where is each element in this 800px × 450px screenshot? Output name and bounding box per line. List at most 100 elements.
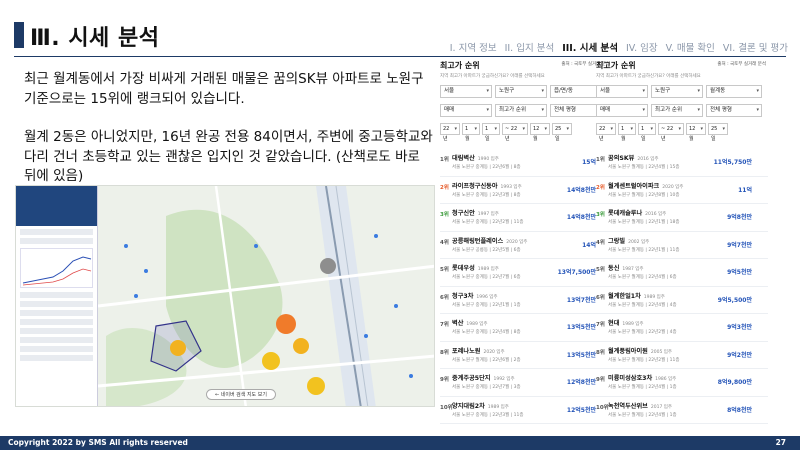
trade-meta: 서울 노원구 월계동 | 22년4월 | 4층 bbox=[608, 302, 677, 308]
list-item[interactable]: 9위 미륭미성삼호3차 1986 입주 서울 노원구 월계동 | 22년4월 | … bbox=[596, 369, 768, 397]
built-year: 1987 입주 bbox=[622, 267, 644, 272]
list-item[interactable]: 2위 월계센트럴아이파크 2020 입주 서울 노원구 월계동 | 22년8월 |… bbox=[596, 177, 768, 204]
filter-select[interactable]: 노원구 bbox=[651, 85, 703, 98]
apartment-name: 양지대림2차 1989 입주 bbox=[452, 402, 509, 410]
built-year: 1989 입주 bbox=[643, 294, 665, 300]
trade-meta: 서울 노원구 월계동 | 22년4월 | 1층 bbox=[608, 385, 677, 390]
list-item[interactable]: 5위 롯데우성 1989 입주 서울 노원구 중계동 | 22년7월 | 6층 1… bbox=[440, 259, 612, 287]
period-select[interactable]: ~ 22년 bbox=[502, 123, 528, 142]
trade-meta: 서울 노원구 월계동 | 22년2월 | 11층 bbox=[608, 357, 680, 363]
nav-item-4[interactable]: IV. 임장 bbox=[626, 40, 658, 54]
period-select[interactable]: 1월 bbox=[462, 123, 480, 142]
apartment-name: 공릉해링턴플레이스 2020 입주 bbox=[452, 237, 528, 245]
built-year: 2020 입주 bbox=[483, 349, 505, 355]
filter-row: 서울노원구읍/면/동 bbox=[440, 85, 612, 98]
filter-select[interactable]: 매매 bbox=[596, 104, 648, 117]
built-year: 2020 입주 bbox=[506, 239, 528, 245]
nav-item-6[interactable]: VI. 결론 및 평가 bbox=[723, 40, 788, 54]
filter-select[interactable]: 서울 bbox=[440, 85, 492, 98]
built-year: 1997 입주 bbox=[477, 212, 499, 217]
built-year: 2005 입주 bbox=[650, 349, 673, 355]
period-select[interactable]: ~ 22년 bbox=[658, 123, 684, 142]
period-select[interactable]: 1월 bbox=[618, 123, 636, 142]
period-select[interactable]: 1일 bbox=[638, 123, 656, 142]
nav-item-1[interactable]: I. 지역 정보 bbox=[450, 40, 497, 54]
filter-row: 매매최고가 순위전체 평형 bbox=[440, 104, 612, 117]
trade-price: 11억 bbox=[738, 186, 752, 194]
ranking-list: 1위 꿈의SK뷰 2016 입주 서울 노원구 월계동 | 22년4월 | 15층… bbox=[596, 149, 768, 424]
trade-meta: 서울 노원구 월계동 | 22년4월 | 15층 bbox=[608, 165, 680, 170]
trade-price: 13억7,500만 bbox=[557, 269, 596, 276]
apartment-name: 현대 1989 입주 bbox=[608, 320, 644, 327]
list-item[interactable]: 1위 대림벽산 1990 입주 서울 노원구 중계동 | 22년6월 | 8층 1… bbox=[440, 149, 612, 177]
list-item[interactable]: 6위 청구3차 1996 입주 서울 노원구 중계동 | 22년1월 | 1층 1… bbox=[440, 287, 612, 314]
filter-select[interactable]: 전체 평형 bbox=[706, 104, 762, 117]
price-marker-4 bbox=[307, 377, 325, 395]
trade-meta: 서울 노원구 월계동 | 22년8월 | 10층 bbox=[608, 192, 680, 198]
list-item[interactable]: 3위 청구신안 1997 입주 서울 노원구 중계동 | 22년2월 | 11층 … bbox=[440, 204, 612, 232]
list-item[interactable]: 7위 벽산 1989 입주 서울 노원구 중계동 | 22년4월 | 8층 13억… bbox=[440, 314, 612, 342]
apartment-name: 벽산 1989 입주 bbox=[452, 320, 488, 327]
built-year: 1996 입주 bbox=[476, 294, 498, 300]
period-select[interactable]: 22년 bbox=[440, 123, 460, 142]
trade-meta: 서울 노원구 중계동 | 22년4월 | 8층 bbox=[452, 330, 521, 335]
trade-price: 9억7천만 bbox=[727, 241, 752, 249]
trade-meta: 서울 노원구 중계동 | 22년3월 | 8층 bbox=[452, 192, 521, 198]
nav-item-5[interactable]: V. 매물 확인 bbox=[666, 40, 715, 54]
panel-subtitle: 지역 최고가 아파트가 궁금하신가요? 아래를 선택하세요 bbox=[440, 74, 545, 79]
period-select[interactable]: 25일 bbox=[552, 123, 572, 142]
filter-select[interactable]: 매매 bbox=[440, 104, 492, 117]
list-item[interactable]: 5위 동신 1987 입주 서울 노원구 월계동 | 22년4월 | 6층 9억5… bbox=[596, 259, 768, 287]
apartment-name: 동신 1987 입주 bbox=[608, 265, 644, 272]
map-screenshot: ← 네이버 검색 지도 보기 bbox=[15, 185, 435, 407]
list-item[interactable]: 3위 롯데캐슬루나 2016 입주 서울 노원구 월계동 | 22년1월 | 18… bbox=[596, 204, 768, 232]
trade-price: 9억5,500만 bbox=[717, 296, 752, 304]
trade-price: 9억3천만 bbox=[727, 324, 752, 331]
list-item[interactable]: 4위 그랑빌 2002 입주 서울 노원구 월계동 | 22년1월 | 11층 9… bbox=[596, 232, 768, 259]
list-item[interactable]: 8위 포레나노원 2020 입주 서울 노원구 월계동 | 22년6월 | 2층 … bbox=[440, 342, 612, 369]
trade-price: 8억8천만 bbox=[727, 406, 752, 414]
nav-item-3[interactable]: III. 시세 분석 bbox=[562, 40, 618, 54]
period-select[interactable]: 25일 bbox=[708, 123, 728, 142]
trade-meta: 서울 노원구 중계동 | 22년6월 | 8층 bbox=[452, 165, 521, 170]
built-year: 1989 입주 bbox=[622, 322, 644, 327]
list-item[interactable]: 1위 꿈의SK뷰 2016 입주 서울 노원구 월계동 | 22년4월 | 15층… bbox=[596, 149, 768, 177]
apartment-name: 대림벽산 1990 입주 bbox=[452, 155, 499, 162]
trade-meta: 서울 노원구 월계동 | 22년2월 | 4층 bbox=[608, 330, 677, 335]
footer-bar: Copyright 2022 by SMS All rights reserve… bbox=[0, 436, 800, 450]
rank-label: 1위 bbox=[440, 157, 449, 163]
nav-item-2[interactable]: II. 입지 분석 bbox=[505, 40, 555, 54]
trade-meta: 서울 노원구 중계동 | 22년7월 | 6층 bbox=[452, 275, 521, 280]
trade-price: 12억5천만 bbox=[566, 406, 596, 414]
filter-select[interactable]: 최고가 순위 bbox=[495, 104, 547, 117]
filter-select[interactable]: 노원구 bbox=[495, 85, 547, 98]
rank-label: 3위 bbox=[596, 212, 605, 218]
period-select[interactable]: 22년 bbox=[596, 123, 616, 142]
rank-label: 7위 bbox=[440, 322, 449, 328]
rank-label: 9위 bbox=[440, 377, 449, 383]
list-item[interactable]: 2위 라이프청구신동아 1993 입주 서울 노원구 중계동 | 22년3월 | … bbox=[440, 177, 612, 204]
rank-label: 6위 bbox=[440, 294, 449, 301]
period-select[interactable]: 12월 bbox=[530, 123, 550, 142]
ranking-list: 1위 대림벽산 1990 입주 서울 노원구 중계동 | 22년6월 | 8층 1… bbox=[440, 149, 612, 424]
trade-price: 9억5천만 bbox=[727, 269, 752, 276]
trade-meta: 서울 노원구 월계동 | 22년4월 | 1층 bbox=[608, 412, 677, 418]
filter-select[interactable]: 최고가 순위 bbox=[651, 104, 703, 117]
built-year: 2017 입주 bbox=[650, 404, 673, 410]
apartment-name: 녹천역두산위브 2017 입주 bbox=[608, 402, 673, 410]
period-select[interactable]: 1일 bbox=[482, 123, 500, 142]
list-item[interactable]: 8위 월계풍림아이원 2005 입주 서울 노원구 월계동 | 22년2월 | 1… bbox=[596, 342, 768, 369]
list-item[interactable]: 7위 현대 1989 입주 서울 노원구 월계동 | 22년2월 | 4층 9억3… bbox=[596, 314, 768, 342]
list-item[interactable]: 9위 중계주공5단지 1992 입주 서울 노원구 중계동 | 22년7월 | 3… bbox=[440, 369, 612, 397]
filter-select[interactable]: 서울 bbox=[596, 85, 648, 98]
list-item[interactable]: 4위 공릉해링턴플레이스 2020 입주 서울 노원구 공릉동 | 22년5월 |… bbox=[440, 232, 612, 259]
trade-price: 13억5천만 bbox=[566, 351, 596, 359]
trade-price: 12억8천만 bbox=[566, 379, 596, 386]
list-item[interactable]: 10위 녹천역두산위브 2017 입주 서울 노원구 월계동 | 22년4월 | … bbox=[596, 397, 768, 424]
list-item[interactable]: 6위 월계한일1차 1989 입주 서울 노원구 월계동 | 22년4월 | 4층… bbox=[596, 287, 768, 314]
filter-select[interactable]: 월계동 bbox=[706, 85, 762, 98]
list-item[interactable]: 10위 양지대림2차 1989 입주 서울 노원구 중계동 | 22년3월 | 1… bbox=[440, 397, 612, 424]
map-view-toggle[interactable]: ← 네이버 검색 지도 보기 bbox=[206, 389, 276, 400]
period-select[interactable]: 12월 bbox=[686, 123, 706, 142]
period-row: 22년1월1일~ 22년12월25일 bbox=[440, 123, 612, 142]
